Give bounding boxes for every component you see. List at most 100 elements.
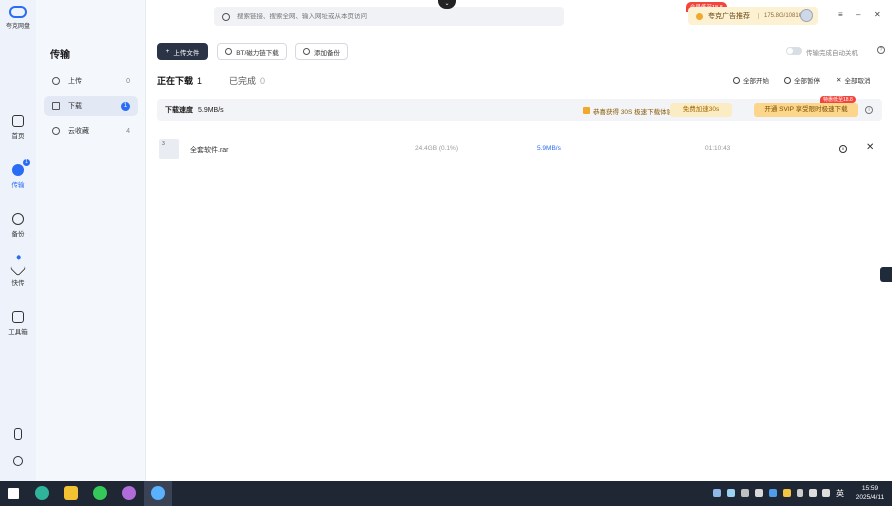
avatar[interactable] [800, 9, 813, 22]
close-window-icon[interactable]: ✕ [874, 10, 881, 19]
magnet-icon [225, 48, 233, 55]
input-language[interactable]: 英 [836, 488, 844, 499]
download-icon [52, 102, 60, 110]
sidebar-item-label: 云收藏 [68, 128, 89, 135]
tab-completed[interactable]: 已完成 0 [229, 74, 265, 87]
upload-file-button[interactable]: + 上传文件 [157, 43, 208, 60]
app-logo: 夸克网盘 [4, 6, 32, 30]
wechat-icon[interactable] [93, 486, 107, 500]
quark-drive-icon[interactable] [151, 486, 165, 500]
clock-date: 2025/4/11 [855, 494, 885, 501]
help-icon[interactable]: ? [877, 46, 885, 54]
tray-icon[interactable] [713, 489, 721, 497]
tray-chevron-icon[interactable] [797, 489, 803, 497]
transfer-icon: 1 [12, 159, 30, 176]
rail-item-settings[interactable] [0, 456, 36, 466]
cloud-collect-icon [52, 127, 60, 135]
tray-icon[interactable] [741, 489, 749, 497]
volume-icon[interactable] [822, 489, 830, 497]
tab-label: 已完成 [229, 76, 257, 86]
rail-item-label: 工具箱 [8, 329, 28, 336]
rail-item-backup[interactable]: 备份 [0, 213, 36, 238]
cancel-download-icon[interactable]: ✕ [866, 142, 874, 153]
tray-icon[interactable] [769, 489, 777, 497]
coin-icon [696, 12, 703, 20]
backup-icon [12, 213, 24, 225]
pause-all-label: 全部暂停 [794, 78, 820, 85]
logo-name: 夸克网盘 [5, 24, 30, 30]
svip-button[interactable]: 开通 SVIP 享受限时极速下载 [754, 103, 858, 117]
transfer-badge: 1 [23, 159, 30, 166]
cloud-logo-icon [9, 6, 27, 18]
pause-download-icon[interactable]: II [839, 145, 847, 153]
network-icon[interactable] [809, 489, 817, 497]
tray-icon[interactable] [727, 489, 735, 497]
search-input[interactable] [237, 13, 537, 20]
sidebar-item-label: 上传 [68, 78, 82, 85]
sidebar-item-count: 1 [121, 101, 130, 111]
floating-tool-icon[interactable] [880, 267, 892, 282]
promo-banner[interactable]: 夸克广告推荐 175.8G/1081G [688, 7, 818, 25]
sidebar-title: 传输 [50, 50, 70, 61]
svip-tag: 特惠低至18.8 [820, 96, 856, 103]
close-icon: ✕ [836, 77, 842, 84]
rail-item-label: 传输 [11, 182, 25, 189]
upload-file-label: 上传文件 [173, 49, 200, 57]
new-dot [15, 254, 22, 261]
transfer-sidebar: 传输 上传 0 下载 1 云收藏 4 [36, 0, 146, 481]
rail-item-label: 首页 [11, 133, 25, 140]
sidebar-item-upload[interactable]: 上传 0 [44, 71, 138, 91]
search-bar[interactable] [214, 7, 564, 26]
tray-icon[interactable] [755, 489, 763, 497]
ticket-icon [583, 107, 590, 114]
tab-label: 正在下载 [157, 76, 194, 86]
free-boost-button[interactable]: 免费加速30s [670, 103, 732, 117]
sidebar-item-cloud-collect[interactable]: 云收藏 4 [44, 121, 138, 141]
cancel-all-label: 全部取消 [844, 78, 871, 85]
add-backup-button[interactable]: 添加备份 [295, 43, 348, 60]
pause-all-button[interactable]: 全部暂停 [784, 75, 820, 85]
speed-value: 5.9MB/s [198, 106, 224, 114]
add-backup-label: 添加备份 [314, 49, 340, 57]
toolbox-icon [12, 311, 24, 323]
file-speed: 5.9MB/s [537, 145, 561, 152]
rail-item-transfer[interactable]: 1 传输 [0, 159, 36, 189]
nav-rail: 夸克网盘 首页 1 传输 备份 快传 工具箱 [0, 0, 36, 481]
pause-icon [784, 76, 791, 84]
sidebar-item-download[interactable]: 下载 1 [44, 96, 138, 116]
download-speed-bar: 下载速度 5.9MB/s 恭喜获得 30S 极速下载体验券 免费加速30s 开通… [157, 96, 882, 121]
windows-start-icon[interactable] [8, 488, 19, 499]
sidebar-item-count: 4 [126, 127, 130, 135]
home-icon [12, 115, 24, 127]
boost-text: 恭喜获得 30S 极速下载体验券 [593, 109, 680, 116]
auto-shutdown-label: 传输完成自动关机 [806, 50, 858, 57]
start-all-button[interactable]: 全部开始 [733, 75, 769, 85]
app-icon[interactable] [122, 486, 136, 500]
file-name: 全套软件.rar [190, 147, 229, 154]
auto-shutdown-toggle[interactable] [786, 47, 802, 55]
rail-item-quick-send[interactable]: 快传 [0, 254, 36, 287]
edge-icon[interactable] [35, 486, 49, 500]
file-size-progress: 24.4GB (0.1%) [415, 145, 458, 152]
upload-icon [52, 77, 60, 85]
speed-label: 下载速度 [165, 107, 193, 114]
rail-item-label: 备份 [11, 231, 25, 238]
file-explorer-icon[interactable] [64, 486, 78, 500]
settings-icon [13, 456, 23, 466]
rail-item-home[interactable]: 首页 [0, 115, 36, 140]
cancel-all-button[interactable]: ✕ 全部取消 [836, 75, 870, 85]
minimize-icon[interactable]: – [856, 10, 860, 19]
bt-download-label: BT/磁力链下载 [236, 49, 279, 57]
rail-item-toolbox[interactable]: 工具箱 [0, 311, 36, 336]
tab-count: 1 [197, 76, 203, 86]
search-icon [222, 12, 230, 21]
rail-item-phone[interactable] [0, 428, 36, 440]
info-icon[interactable]: i [865, 106, 873, 114]
menu-icon[interactable]: ≡ [838, 10, 843, 19]
tab-downloading[interactable]: 正在下载 1 [157, 74, 202, 87]
table-row[interactable]: 3 全套软件.rar 24.4GB (0.1%) 5.9MB/s 01:10:4… [157, 135, 882, 163]
bt-download-button[interactable]: BT/磁力链下载 [217, 43, 287, 60]
tray-icon[interactable] [783, 489, 791, 497]
quick-send-icon [9, 254, 27, 277]
taskbar-clock[interactable]: 15:59 2025/4/11 [850, 484, 890, 502]
